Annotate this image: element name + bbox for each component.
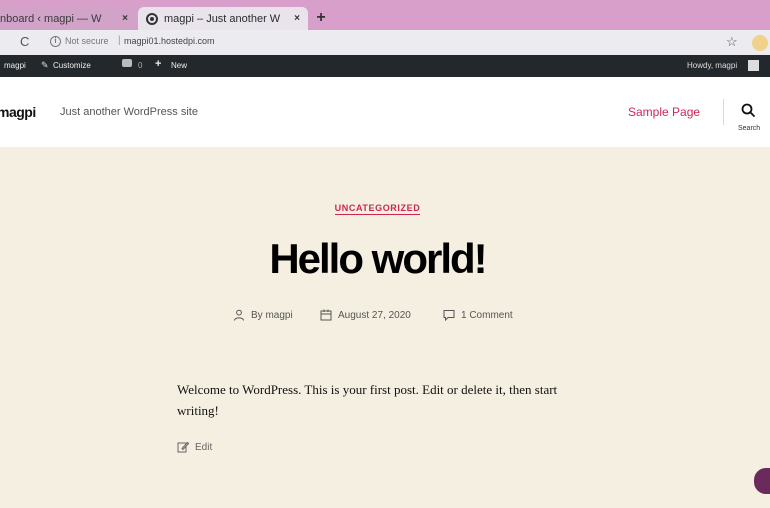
tab-dashboard[interactable]: nboard ‹ magpi — W × bbox=[0, 7, 136, 30]
wp-admin-bar: magpi ✎ Customize 0 + New Howdy, magpi bbox=[0, 55, 770, 77]
nav-link-sample-page[interactable]: Sample Page bbox=[628, 105, 700, 119]
brush-icon: ✎ bbox=[41, 60, 49, 70]
category-link[interactable]: UNCATEGORIZED bbox=[334, 203, 421, 215]
admin-comment-count[interactable]: 0 bbox=[138, 61, 142, 70]
tab-magpi[interactable]: magpi – Just another W × bbox=[138, 7, 308, 30]
edit-icon bbox=[177, 441, 189, 453]
calendar-icon bbox=[320, 309, 332, 321]
date-link[interactable]: August 27, 2020 bbox=[338, 310, 411, 321]
screen: nboard ‹ magpi — W × magpi – Just anothe… bbox=[0, 0, 770, 508]
post-meta-author: By magpi bbox=[233, 309, 293, 321]
close-icon[interactable]: × bbox=[290, 13, 304, 24]
tab-title: nboard ‹ magpi — W bbox=[0, 12, 102, 25]
url-separator: | bbox=[118, 35, 121, 46]
new-tab-button[interactable]: + bbox=[313, 9, 329, 27]
security-status[interactable]: Not secure bbox=[65, 36, 109, 46]
post-title[interactable]: Hello world! bbox=[0, 235, 755, 283]
edit-link[interactable]: Edit bbox=[177, 441, 212, 453]
tab-strip: nboard ‹ magpi — W × magpi – Just anothe… bbox=[0, 0, 770, 30]
chat-bubble-icon[interactable] bbox=[754, 468, 770, 494]
comments-link[interactable]: 1 Comment bbox=[461, 310, 513, 321]
post-meta-comments: 1 Comment bbox=[443, 309, 513, 321]
globe-icon bbox=[146, 12, 158, 25]
search-icon[interactable] bbox=[741, 103, 755, 117]
comment-icon[interactable] bbox=[122, 59, 132, 67]
site-description: Just another WordPress site bbox=[60, 106, 198, 118]
header-divider bbox=[723, 99, 724, 125]
admin-new-link[interactable]: New bbox=[171, 61, 187, 70]
comment-bubble-icon bbox=[443, 310, 455, 321]
admin-account-greeting[interactable]: Howdy, magpi bbox=[687, 61, 737, 70]
site-title-text: magpi bbox=[0, 104, 36, 120]
admin-site-link[interactable]: magpi bbox=[4, 61, 26, 70]
author-link[interactable]: By magpi bbox=[251, 310, 293, 321]
post-meta-date: August 27, 2020 bbox=[320, 309, 411, 321]
edit-label: Edit bbox=[195, 441, 213, 453]
avatar[interactable] bbox=[748, 60, 759, 71]
post-content: UNCATEGORIZED Hello world! By magpi Augu… bbox=[0, 147, 770, 508]
info-icon[interactable]: i bbox=[50, 36, 61, 47]
plus-icon[interactable]: + bbox=[155, 58, 161, 70]
browser-toolbar: C i Not secure | magpi01.hostedpi.com ☆ bbox=[0, 30, 770, 55]
post-category: UNCATEGORIZED bbox=[0, 203, 755, 215]
tab-title: magpi – Just another W bbox=[164, 12, 281, 25]
reload-button[interactable]: C bbox=[20, 34, 29, 49]
bookmark-star-icon[interactable]: ☆ bbox=[726, 34, 738, 50]
extension-icon[interactable] bbox=[752, 35, 768, 51]
post-body: Welcome to WordPress. This is your first… bbox=[177, 382, 558, 418]
address-bar[interactable]: magpi01.hostedpi.com bbox=[124, 36, 215, 46]
site-title[interactable]: magpi bbox=[0, 104, 36, 120]
close-icon[interactable]: × bbox=[118, 13, 132, 24]
person-icon bbox=[234, 309, 244, 321]
search-label[interactable]: Search bbox=[738, 125, 760, 132]
site-header: magpi Just another WordPress site Sample… bbox=[0, 77, 770, 147]
admin-customize-link[interactable]: Customize bbox=[53, 61, 91, 70]
